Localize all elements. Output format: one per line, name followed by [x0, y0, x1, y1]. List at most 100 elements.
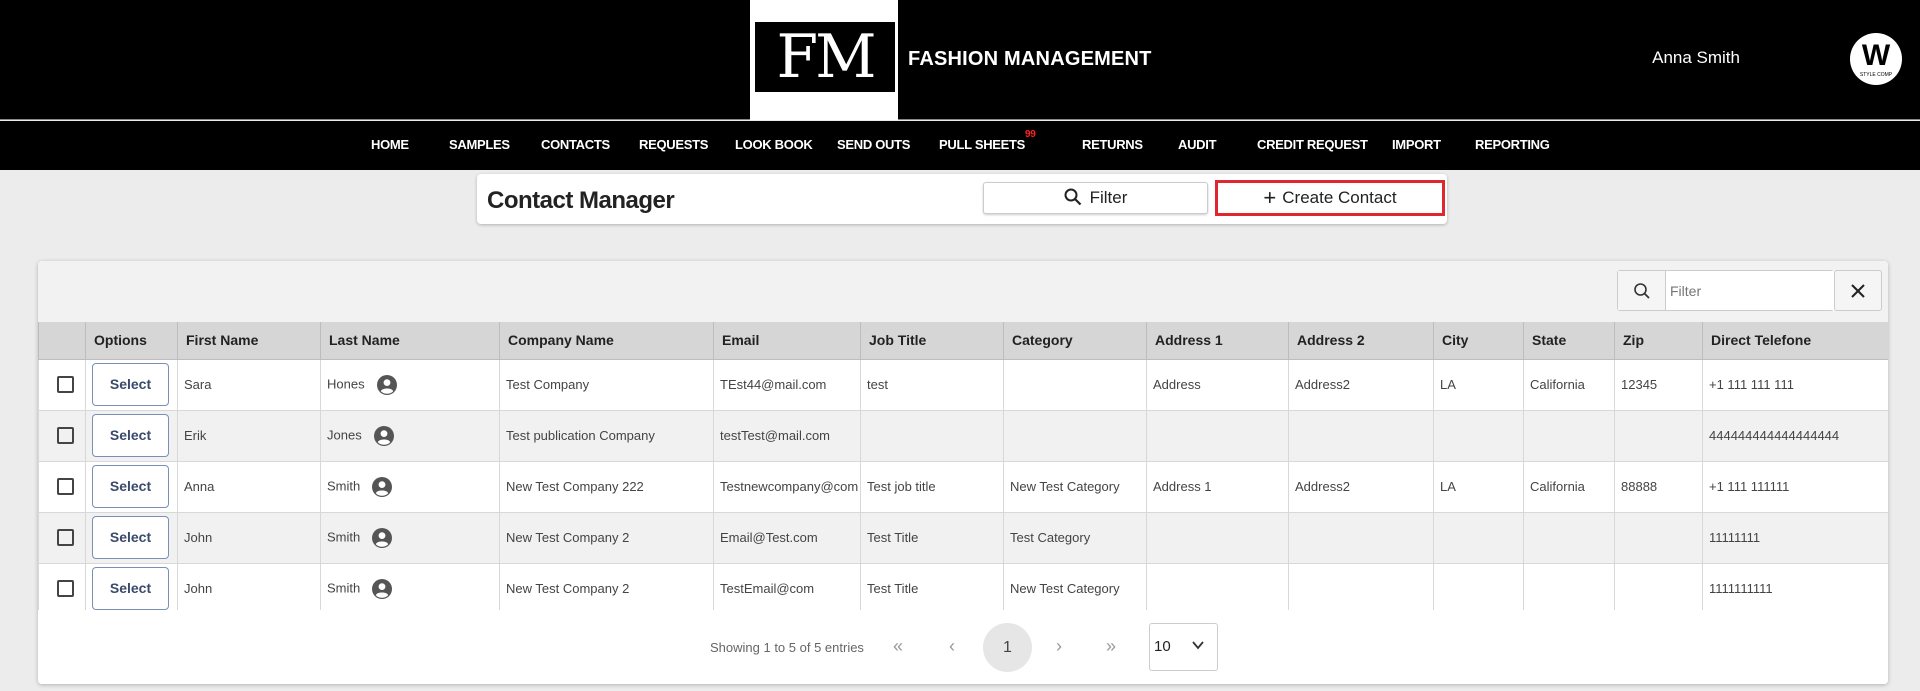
column-header[interactable]: First Name: [177, 322, 321, 360]
address2-cell: [1288, 562, 1434, 615]
table-row: Select Erik Jones Test publication Compa…: [38, 409, 1888, 462]
nav-samples[interactable]: SAMPLES: [449, 137, 510, 152]
select-button[interactable]: Select: [92, 567, 169, 610]
last-name: Smith: [327, 528, 361, 544]
address2-cell: Address2: [1288, 460, 1434, 513]
search-icon: [1064, 188, 1081, 206]
zip-cell: 88888: [1614, 460, 1703, 513]
row-checkbox[interactable]: [57, 529, 74, 547]
column-header[interactable]: Zip: [1614, 322, 1703, 360]
address2-cell: [1288, 409, 1434, 462]
select-button[interactable]: Select: [92, 516, 169, 559]
column-header[interactable]: Address 1: [1146, 322, 1289, 360]
nav-pull-sheets-label: PULL SHEETS: [939, 137, 1026, 152]
pagination-info: Showing 1 to 5 of 5 entries: [710, 640, 864, 655]
row-checkbox-cell: [38, 562, 86, 615]
create-contact-button[interactable]: + Create Contact: [1215, 180, 1445, 216]
nav-send-outs[interactable]: SEND OUTS: [837, 137, 910, 152]
nav-credit-request[interactable]: CREDIT REQUEST: [1257, 137, 1368, 152]
page-size-select[interactable]: 10: [1149, 623, 1218, 671]
table-toolbar: [38, 261, 1888, 322]
column-header[interactable]: Options: [85, 322, 178, 360]
options-cell: Select: [85, 358, 178, 411]
user-name[interactable]: Anna Smith: [1652, 48, 1740, 68]
next-page-icon[interactable]: ›: [1056, 636, 1062, 657]
first-page-icon[interactable]: «: [893, 636, 903, 657]
zip-cell: 12345: [1614, 358, 1703, 411]
last-name-cell: Smith: [320, 562, 500, 615]
select-button[interactable]: Select: [92, 465, 169, 508]
column-header[interactable]: Address 2: [1288, 322, 1434, 360]
city-cell: [1433, 409, 1524, 462]
nav-reporting[interactable]: REPORTING: [1475, 137, 1550, 152]
table-filter-input[interactable]: [1666, 271, 1834, 310]
column-header[interactable]: Company Name: [499, 322, 714, 360]
column-header[interactable]: State: [1523, 322, 1615, 360]
category-cell: [1003, 358, 1147, 411]
account-icon[interactable]: [373, 425, 394, 446]
column-header[interactable]: Direct Telefone: [1702, 322, 1888, 360]
phone-cell: +1 111 111111: [1702, 460, 1888, 513]
avatar[interactable]: W STYLE COMP: [1850, 33, 1902, 85]
email-cell: TEst44@mail.com: [713, 358, 861, 411]
job-title-cell: Test Title: [860, 511, 1004, 564]
contacts-table-card: Options First Name Last Name Company Nam…: [38, 261, 1888, 684]
account-icon[interactable]: [372, 527, 393, 548]
email-cell: Email@Test.com: [713, 511, 861, 564]
nav-pull-sheets[interactable]: PULL SHEETS 99: [939, 129, 1036, 152]
company-cell: Test publication Company: [499, 409, 714, 462]
nav-look-book[interactable]: LOOK BOOK: [735, 137, 813, 152]
state-cell: California: [1523, 460, 1615, 513]
row-checkbox[interactable]: [57, 478, 74, 496]
address1-cell: [1146, 409, 1289, 462]
current-page[interactable]: 1: [983, 623, 1032, 672]
nav-returns[interactable]: RETURNS: [1082, 137, 1143, 152]
table-header-row: Options First Name Last Name Company Nam…: [38, 322, 1888, 360]
address1-cell: Address 1: [1146, 460, 1289, 513]
column-header[interactable]: City: [1433, 322, 1524, 360]
first-name-cell: John: [177, 511, 321, 564]
logo[interactable]: FM: [755, 22, 895, 92]
column-header[interactable]: Job Title: [860, 322, 1004, 360]
row-checkbox[interactable]: [57, 376, 74, 394]
nav-contacts[interactable]: CONTACTS: [541, 137, 610, 152]
nav-audit[interactable]: AUDIT: [1178, 137, 1217, 152]
nav-requests[interactable]: REQUESTS: [639, 137, 708, 152]
create-contact-label: Create Contact: [1282, 188, 1397, 207]
pagination: Showing 1 to 5 of 5 entries « ‹ 1 › » 10: [38, 610, 1888, 684]
account-icon[interactable]: [372, 578, 393, 599]
city-cell: [1433, 562, 1524, 615]
page-title: Contact Manager: [487, 187, 675, 214]
nav-home[interactable]: HOME: [371, 137, 409, 152]
email-cell: Testnewcompany@com: [713, 460, 861, 513]
first-name-cell: Anna: [177, 460, 321, 513]
select-button[interactable]: Select: [92, 363, 169, 406]
email-cell: testTest@mail.com: [713, 409, 861, 462]
account-icon[interactable]: [372, 476, 393, 497]
company-cell: New Test Company 2: [499, 562, 714, 615]
nav-import[interactable]: IMPORT: [1392, 137, 1441, 152]
pull-sheets-badge: 99: [1025, 129, 1036, 140]
last-page-icon[interactable]: »: [1106, 636, 1116, 657]
row-checkbox-cell: [38, 409, 86, 462]
filter-button[interactable]: Filter: [983, 182, 1208, 214]
chevron-down-icon: [1191, 624, 1205, 670]
select-button[interactable]: Select: [92, 414, 169, 457]
clear-filter-button[interactable]: [1834, 270, 1882, 311]
brand-name: FASHION MANAGEMENT: [908, 48, 1152, 70]
row-checkbox[interactable]: [57, 427, 74, 445]
column-header[interactable]: Email: [713, 322, 861, 360]
account-icon[interactable]: [376, 374, 397, 395]
top-header: FM FASHION MANAGEMENT Anna Smith W STYLE…: [0, 0, 1920, 120]
address1-cell: [1146, 511, 1289, 564]
state-cell: California: [1523, 358, 1615, 411]
city-cell: LA: [1433, 358, 1524, 411]
city-cell: [1433, 511, 1524, 564]
address2-cell: [1288, 511, 1434, 564]
job-title-cell: test: [860, 358, 1004, 411]
column-header[interactable]: Last Name: [320, 322, 500, 360]
prev-page-icon[interactable]: ‹: [949, 636, 955, 657]
row-checkbox[interactable]: [57, 580, 74, 598]
table-search-button[interactable]: [1618, 271, 1666, 310]
column-header[interactable]: Category: [1003, 322, 1147, 360]
